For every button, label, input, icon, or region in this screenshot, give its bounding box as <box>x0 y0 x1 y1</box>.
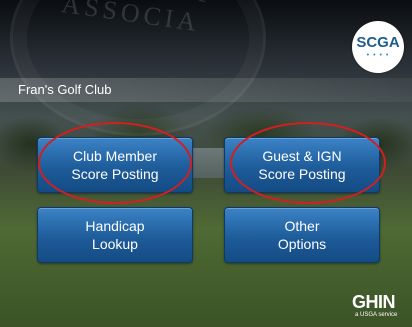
handicap-lookup-label: Handicap Lookup <box>85 218 145 252</box>
ghin-logo: GHIN <box>352 292 396 312</box>
handicap-lookup-button[interactable]: Handicap Lookup <box>37 207 193 263</box>
scga-logo: SCGA • • • • <box>352 21 404 73</box>
club-member-score-posting-button[interactable]: Club Member Score Posting <box>37 137 193 193</box>
scga-logo-text: SCGA <box>356 34 400 51</box>
guest-ign-score-posting-button[interactable]: Guest & IGN Score Posting <box>224 137 380 193</box>
usga-service-tagline: a USGA service <box>355 312 398 318</box>
club-name: Fran's Golf Club <box>18 82 112 97</box>
seal-text: TES GOLF ASSOCIA <box>59 0 219 38</box>
guest-ign-score-posting-label: Guest & IGN Score Posting <box>258 148 346 182</box>
other-options-label: Other Options <box>277 218 327 252</box>
scga-dots-icon: • • • • <box>366 52 390 59</box>
ghin-kiosk-screen: TES GOLF ASSOCIA Fran's Golf Club SCGA •… <box>0 0 412 327</box>
other-options-button[interactable]: Other Options <box>224 207 380 263</box>
club-member-score-posting-label: Club Member Score Posting <box>71 148 159 182</box>
